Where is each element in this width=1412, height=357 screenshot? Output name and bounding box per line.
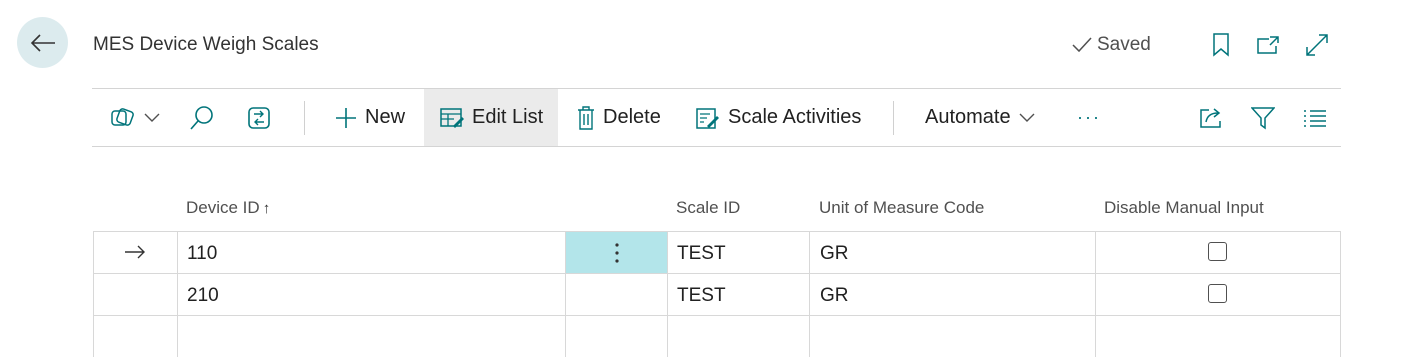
column-header-label: Scale ID — [676, 198, 741, 217]
column-header-disable-manual-input[interactable]: Disable Manual Input — [1104, 198, 1264, 218]
checkmark-icon — [1072, 37, 1092, 53]
delete-button[interactable]: Delete — [577, 89, 661, 146]
uom-cell[interactable]: GR — [820, 243, 849, 265]
plus-icon — [336, 107, 356, 128]
arrow-left-icon — [30, 33, 55, 52]
views-menu-button[interactable] — [110, 89, 162, 146]
new-button[interactable]: New — [335, 89, 405, 146]
column-header-scale-id[interactable]: Scale ID — [676, 198, 740, 218]
column-header-label: Unit of Measure Code — [819, 198, 985, 217]
column-header-device-id[interactable]: Device ID ↑ — [186, 198, 270, 218]
disable-manual-input-checkbox[interactable] — [1208, 242, 1227, 261]
scale-id-cell[interactable]: TEST — [677, 285, 726, 307]
row-selected-indicator — [124, 244, 146, 266]
trash-icon — [578, 105, 594, 130]
search-icon — [190, 105, 213, 130]
column-header-label: Disable Manual Input — [1104, 198, 1264, 217]
toolbar-divider — [92, 146, 1341, 147]
list-icon — [1304, 109, 1326, 127]
grid-line — [93, 231, 94, 357]
vertical-ellipsis-icon — [614, 242, 619, 263]
uom-cell[interactable]: GR — [820, 285, 849, 307]
open-in-new-window-icon[interactable] — [1256, 32, 1280, 58]
grid-line — [1095, 231, 1096, 357]
column-header-label: Device ID — [186, 198, 260, 217]
chevron-down-icon — [1019, 113, 1035, 122]
device-id-cell[interactable]: 110 — [187, 243, 217, 265]
scale-activities-button[interactable]: Scale Activities — [696, 89, 861, 146]
edit-list-icon — [440, 107, 464, 128]
search-button[interactable] — [190, 89, 214, 146]
saved-status: Saved — [1071, 34, 1151, 56]
scale-id-cell[interactable]: TEST — [677, 243, 726, 265]
row-actions-button[interactable] — [566, 232, 667, 273]
automate-menu-button[interactable]: Automate — [925, 89, 1035, 146]
refresh-page-icon — [248, 106, 270, 129]
grid-line — [1340, 231, 1341, 357]
more-options-icon: ··· — [1077, 107, 1101, 127]
arrow-right-icon — [125, 245, 145, 259]
device-id-cell[interactable]: 210 — [187, 285, 219, 307]
toolbar-separator — [893, 101, 894, 135]
filter-pane-icon — [111, 107, 134, 126]
bookmark-icon[interactable] — [1209, 32, 1233, 58]
page-title: MES Device Weigh Scales — [93, 34, 319, 55]
automate-button-label: Automate — [925, 106, 1011, 128]
column-header-uom[interactable]: Unit of Measure Code — [819, 198, 984, 218]
delete-button-label: Delete — [603, 106, 661, 128]
edit-list-button[interactable]: Edit List — [424, 89, 558, 146]
saved-label: Saved — [1097, 34, 1151, 55]
grid-line — [93, 273, 1341, 274]
list-view-button[interactable] — [1303, 89, 1327, 146]
activities-icon — [696, 107, 719, 129]
new-button-label: New — [365, 106, 406, 128]
grid-line — [667, 231, 668, 357]
edit-list-button-label: Edit List — [472, 106, 544, 128]
scale-activities-button-label: Scale Activities — [728, 106, 862, 128]
expand-icon[interactable] — [1305, 32, 1329, 58]
filter-button[interactable] — [1251, 89, 1275, 146]
grid-line — [177, 231, 178, 357]
grid-line — [809, 231, 810, 357]
grid-line — [93, 315, 1341, 316]
back-button[interactable] — [17, 17, 68, 68]
action-bar: New Edit List Delete Scale Activities Au… — [92, 89, 1341, 146]
share-button[interactable] — [1199, 89, 1223, 146]
disable-manual-input-checkbox[interactable] — [1208, 284, 1227, 303]
share-icon — [1200, 107, 1221, 128]
toolbar-separator — [304, 101, 305, 135]
grid-line — [93, 231, 1341, 232]
sort-ascending-icon: ↑ — [262, 200, 271, 217]
analysis-mode-button[interactable] — [247, 89, 271, 146]
chevron-down-icon — [144, 113, 160, 122]
filter-icon — [1251, 106, 1275, 129]
more-options-button[interactable]: ··· — [1077, 89, 1101, 146]
